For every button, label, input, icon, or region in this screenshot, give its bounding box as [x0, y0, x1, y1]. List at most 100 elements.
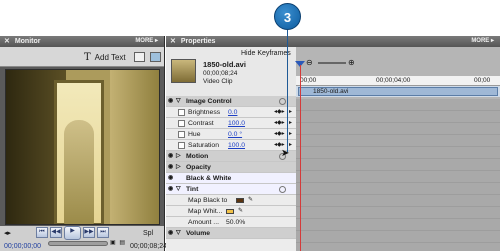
effect-opacity[interactable]: ◉ ▷ Opacity [166, 162, 296, 173]
eyedropper-icon[interactable]: ✎ [248, 195, 253, 206]
eye-icon[interactable]: ◉ [168, 151, 173, 162]
param-value[interactable]: 0.0 ° [228, 129, 242, 140]
keyframe-toggle-icon[interactable] [178, 109, 185, 116]
reset-icon[interactable] [279, 98, 286, 105]
panel-close-icon[interactable]: ✕ [4, 38, 10, 45]
param-hue: Hue 0.0 ° ◂◆▸ ▸ [166, 129, 296, 140]
zoom-out-icon[interactable]: ⊖ [306, 58, 313, 67]
effect-label: Tint [186, 186, 199, 193]
param-contrast: Contrast 100.0 ◂◆▸ ▸ [166, 118, 296, 129]
eye-icon[interactable]: ◉ [168, 184, 173, 195]
playhead-line[interactable] [300, 65, 301, 251]
param-label: Saturation [188, 142, 219, 149]
video-wall [110, 70, 159, 224]
keyframe-nav-icon[interactable]: ▸ [289, 107, 292, 118]
map-white-swatch[interactable] [226, 209, 234, 214]
map-black-swatch[interactable] [236, 198, 244, 203]
add-text-label: Add Text [94, 53, 126, 62]
clip-name: 1850-old.avi [203, 60, 246, 69]
param-value[interactable]: 100.0 [228, 118, 245, 129]
expand-triangle-icon[interactable]: ▽ [176, 184, 181, 195]
clip-type: Video Clip [203, 78, 233, 85]
hide-keyframes-button[interactable]: Hide Keyframes [241, 50, 291, 57]
keyframe-toggle-icon[interactable] [178, 131, 185, 138]
step-forward-icon[interactable]: ▶▶ [83, 227, 95, 238]
expand-triangle-icon[interactable]: ▽ [176, 96, 181, 107]
ruler-start: 00;00 [300, 77, 317, 84]
step-back-icon[interactable]: ◀◀ [50, 227, 62, 238]
video-figure [64, 120, 94, 224]
expand-triangle-icon[interactable]: ▽ [176, 228, 181, 239]
ruler-mid: 00;00;04;00 [376, 77, 411, 84]
monitor-display-icon[interactable] [150, 52, 161, 62]
timeline-ruler[interactable]: 00;00 00;00;04;00 00;00 [296, 76, 500, 86]
param-label: Hue [188, 131, 201, 138]
timeline-clip[interactable]: 1850-old.avi [298, 87, 498, 96]
current-timecode[interactable]: 00;00;00;00 [4, 243, 41, 250]
duration-timecode: 00;00;08;24 [130, 243, 167, 250]
properties-more-button[interactable]: MORE ▸ [471, 37, 494, 44]
safe-margins-icon[interactable] [134, 52, 145, 62]
callout-line [287, 30, 288, 152]
go-to-start-icon[interactable]: ⏮ [36, 227, 48, 238]
eye-icon[interactable]: ◉ [168, 96, 173, 107]
effect-label: Volume [186, 230, 211, 237]
keyframe-rows [296, 99, 500, 251]
play-icon[interactable]: ▶ [64, 226, 81, 240]
shuttle-slider[interactable] [48, 241, 108, 246]
monitor-title: Monitor [14, 38, 41, 45]
effect-image-control[interactable]: ◉ ▽ Image Control [166, 96, 296, 107]
effect-rows: ◉ ▽ Image Control Brightness 0.0 ◂◆▸ ▸ C… [166, 96, 296, 239]
param-map-white: Map Whit... ✎ [166, 206, 296, 217]
monitor-small-icons[interactable]: ▣ ▤ [110, 239, 126, 246]
properties-panel: ✕ Properties MORE ▸ Hide Keyframes 1850-… [166, 36, 500, 251]
keyframe-toggle-icon[interactable] [178, 142, 185, 149]
timeline-clip-row: 1850-old.avi [296, 86, 500, 97]
step-callout-badge: 3 [274, 3, 301, 30]
eye-icon[interactable]: ◉ [168, 162, 173, 173]
effect-motion[interactable]: ◉ ▷ Motion [166, 151, 296, 162]
transport-controls: ⏮ ◀◀ ▶ ▶▶ ⏭ [36, 226, 109, 240]
keyframe-timeline: ⊖ ⊕ 00;00 00;00;04;00 00;00 1850-old.avi [296, 47, 500, 251]
eye-icon[interactable]: ◉ [168, 173, 173, 184]
param-label: Contrast [188, 120, 214, 127]
keyframe-nav-icon[interactable]: ▸ [289, 118, 292, 129]
reset-icon[interactable] [279, 186, 286, 193]
mouse-pointer-icon: ➤ [281, 148, 290, 159]
zoom-in-icon[interactable]: ⊕ [348, 58, 355, 67]
timeline-zoom: ⊖ ⊕ [306, 58, 356, 68]
eyedropper-icon[interactable]: ✎ [238, 206, 243, 217]
collapse-triangle-icon[interactable]: ▷ [176, 151, 181, 162]
effect-black-white[interactable]: ◉ Black & White [166, 173, 296, 184]
panel-close-icon[interactable]: ✕ [170, 38, 176, 45]
monitor-more-button[interactable]: MORE ▸ [135, 37, 158, 44]
split-clip-button[interactable]: Spl [143, 230, 153, 237]
keyframe-toggle-icon[interactable] [178, 120, 185, 127]
param-value[interactable]: 50.0% [226, 217, 245, 228]
param-label: Map Black to [188, 197, 228, 204]
go-to-end-icon[interactable]: ⏭ [97, 227, 109, 238]
collapse-triangle-icon[interactable]: ▷ [176, 162, 181, 173]
text-tool-icon: T [84, 52, 91, 63]
add-keyframe-icon[interactable]: ◂◆▸ [274, 118, 285, 129]
eye-icon[interactable]: ◉ [168, 228, 173, 239]
monitor-menu-icon[interactable]: ◂▸ [4, 229, 11, 237]
effect-label: Image Control [186, 98, 232, 105]
param-value[interactable]: 0.0 [228, 107, 237, 118]
zoom-slider[interactable] [318, 62, 346, 64]
param-value[interactable]: 100.0 [228, 140, 245, 151]
add-text-button[interactable]: T Add Text [84, 52, 126, 63]
properties-header: ✕ Properties MORE ▸ [166, 36, 500, 47]
effect-volume[interactable]: ◉ ▽ Volume [166, 228, 296, 239]
effect-label: Motion [186, 153, 209, 160]
add-keyframe-icon[interactable]: ◂◆▸ [274, 129, 285, 140]
clip-info: Hide Keyframes 1850-old.avi 00;00;08;24 … [166, 47, 296, 101]
properties-title: Properties [180, 38, 216, 45]
effect-tint[interactable]: ◉ ▽ Tint [166, 184, 296, 195]
monitor-toolbar: T Add Text [0, 47, 164, 67]
add-keyframe-icon[interactable]: ◂◆▸ [274, 107, 285, 118]
transport-area: ◂▸ ⏮ ◀◀ ▶ ▶▶ ⏭ Spl ▣ ▤ 00;00;00;00 00;00… [0, 226, 167, 251]
keyframe-nav-icon[interactable]: ▸ [289, 129, 292, 140]
clip-thumbnail [171, 59, 196, 83]
keyframe-nav-icon[interactable]: ▸ [289, 140, 292, 151]
